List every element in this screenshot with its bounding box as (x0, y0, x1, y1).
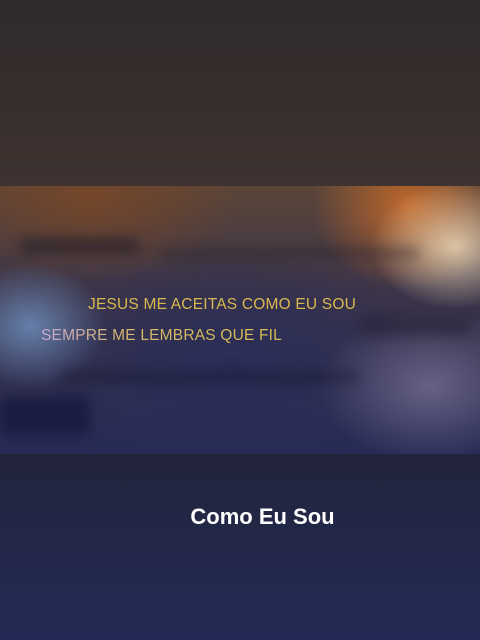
video-post: JESUS ME ACEITAS COMO EU SOU SEMPRE ME L… (0, 0, 480, 640)
blur-streak (360, 316, 470, 336)
bottom-letterbox (0, 454, 480, 640)
video-frame[interactable]: JESUS ME ACEITAS COMO EU SOU SEMPRE ME L… (0, 186, 480, 454)
blur-streak (60, 371, 360, 383)
video-caption-title: Como Eu Sou (190, 504, 335, 529)
blur-streak (20, 238, 140, 254)
lyric-line-2: SEMPRE ME LEMBRAS QUE FIL (41, 327, 282, 344)
blur-streak (0, 396, 90, 436)
blur-streak (160, 248, 420, 258)
lyric-line-1: JESUS ME ACEITAS COMO EU SOU (88, 296, 356, 313)
top-letterbox (0, 0, 480, 186)
